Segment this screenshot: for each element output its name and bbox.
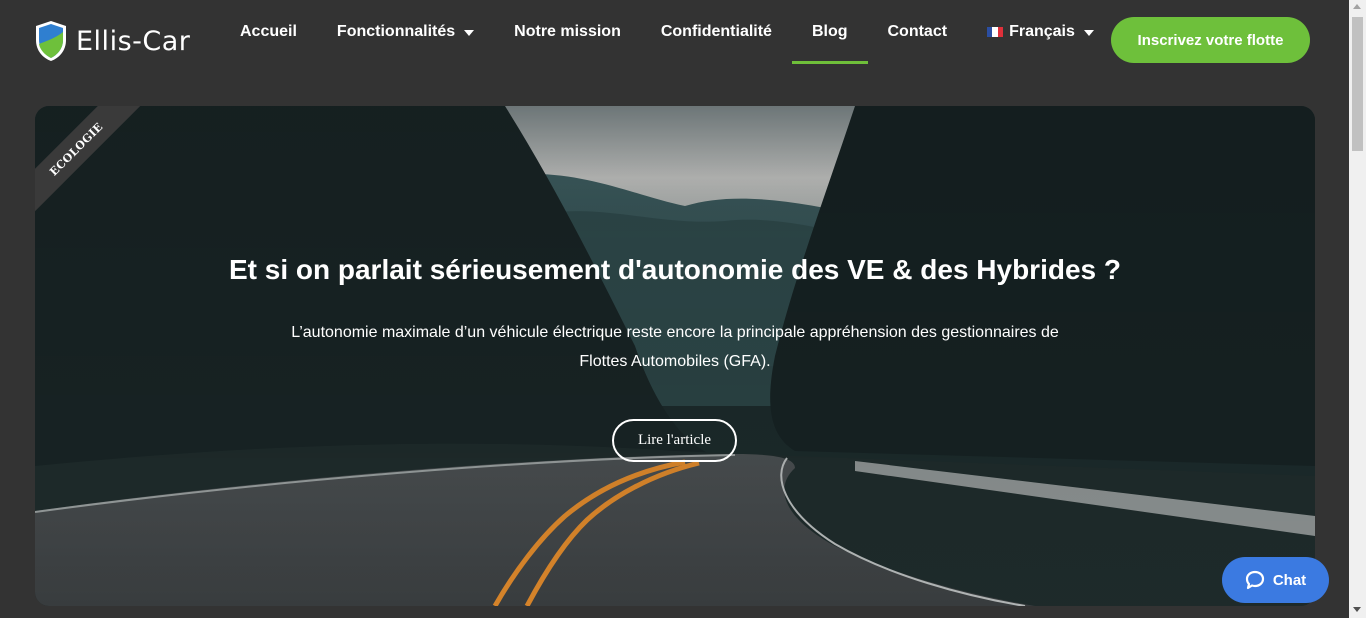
brand-name: Ellis-Car [76,25,191,57]
nav-blog[interactable]: Blog [791,0,868,64]
french-flag-icon [987,27,1004,37]
main-nav: Accueil Fonctionnalités Notre mission Co… [220,0,1114,84]
caret-down-icon [1083,29,1094,36]
nav-fonctionnalites-label: Fonctionnalités [336,23,456,40]
language-selector[interactable]: Français [967,0,1114,64]
nav-notre-mission[interactable]: Notre mission [494,0,641,64]
shield-logo-icon [36,21,66,61]
nav-fonctionnalites[interactable]: Fonctionnalités [317,0,494,64]
chat-bubble-icon [1245,570,1264,590]
nav-blog-label: Blog [811,23,848,40]
site-header: Ellis-Car Accueil Fonctionnalités Notre … [0,0,1349,84]
nav-contact[interactable]: Contact [868,0,968,64]
hero-description: L’autonomie maximale d’un véhicule élect… [291,324,1059,370]
nav-contact-label: Contact [887,23,948,40]
nav-notre-mission-label: Notre mission [514,23,621,40]
read-article-button[interactable]: Lire l'article [612,419,737,462]
caret-down-icon [464,29,475,36]
nav-accueil[interactable]: Accueil [220,0,317,64]
chat-button[interactable]: Chat [1222,557,1329,603]
scroll-down-arrow-icon[interactable] [1353,607,1361,612]
brand-logo[interactable]: Ellis-Car [34,20,190,62]
page-scrollbar[interactable] [1349,0,1366,618]
scroll-thumb[interactable] [1352,17,1363,151]
chat-label: Chat [1272,571,1307,589]
language-label: Français [1009,23,1075,40]
register-fleet-button[interactable]: Inscrivez votre flotte [1111,17,1310,63]
nav-confidentialite-label: Confidentialité [660,23,772,40]
scroll-up-arrow-icon[interactable] [1353,4,1361,9]
hero-title: Et si on parlait sérieusement d'autonomi… [228,254,1121,285]
nav-accueil-label: Accueil [240,23,297,40]
hero-banner[interactable]: ECOLOGIE Et si on parlait sérieusement d… [35,106,1315,606]
nav-confidentialite[interactable]: Confidentialité [641,0,792,64]
